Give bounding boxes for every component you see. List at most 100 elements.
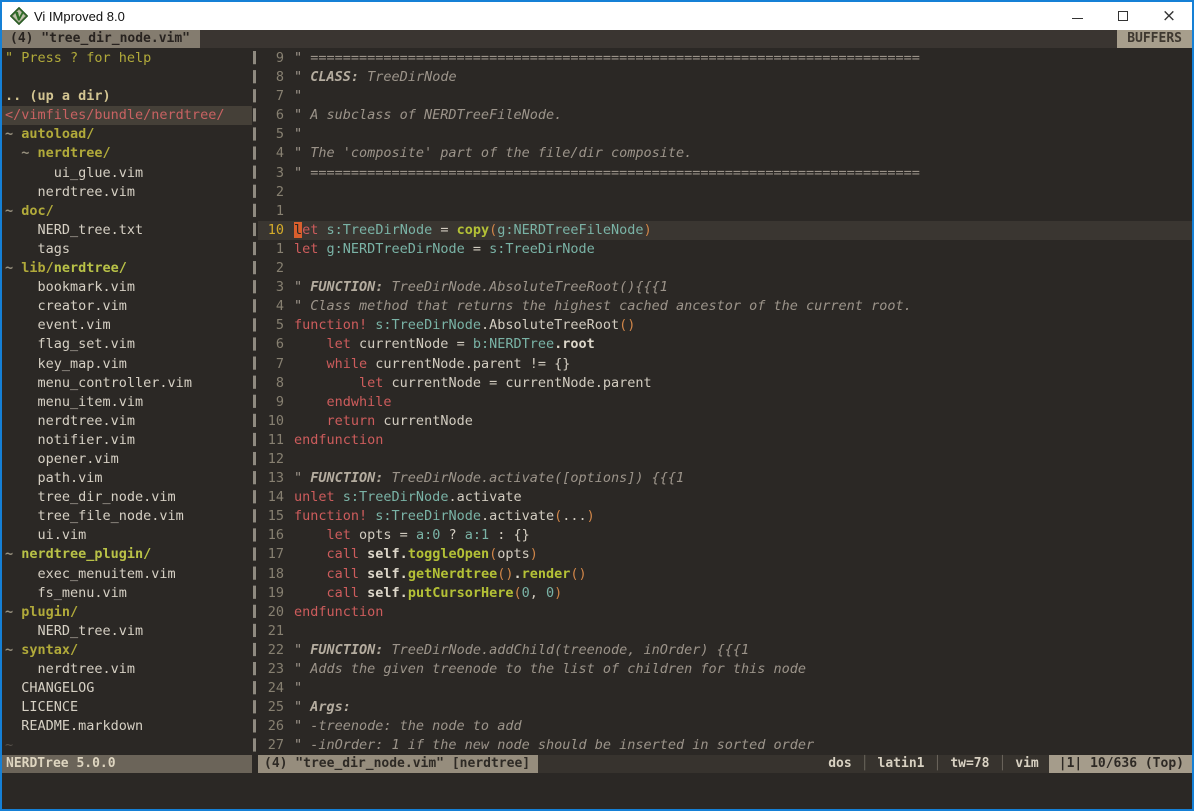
code-line[interactable]: 13" FUNCTION: TreeDirNode.activate([opti… [258,469,1192,488]
token-file: exec_menuitem.vim [38,566,176,582]
code-line-current[interactable]: 10let s:TreeDirNode = copy(g:NERDTreeFil… [258,221,1192,240]
code-line[interactable]: 14unlet s:TreeDirNode.activate [258,488,1192,507]
code-line[interactable]: 1let g:NERDTreeDirNode = s:TreeDirNode [258,240,1192,259]
minimize-button[interactable] [1054,2,1100,30]
code-line[interactable]: 25" Args: [258,698,1192,717]
code-line[interactable]: 22" FUNCTION: TreeDirNode.addChild(treen… [258,641,1192,660]
tree-item[interactable]: tree_file_node.vim [2,507,252,526]
tree-item[interactable]: ~ lib/nerdtree/ [2,259,252,278]
code-line[interactable]: 10 return currentNode [258,412,1192,431]
token-c: " [294,69,310,85]
code-text: " The 'composite' part of the file/dir c… [294,144,1192,163]
token-i: 0 [522,585,530,601]
maximize-button[interactable] [1100,2,1146,30]
text-cursor: l [294,222,302,238]
tree-item[interactable]: ui.vim [2,526,252,545]
tree-item[interactable]: README.markdown [2,717,252,736]
token-file: creator.vim [38,298,127,314]
code-line[interactable]: 8" CLASS: TreeDirNode [258,68,1192,87]
tree-item[interactable]: menu_item.vim [2,393,252,412]
code-line[interactable]: 20endfunction [258,603,1192,622]
code-line[interactable]: 18 call self.getNerdtree().render() [258,565,1192,584]
tree-item[interactable]: fs_menu.vim [2,584,252,603]
code-line[interactable]: 24" [258,679,1192,698]
tree-root-item[interactable]: </vimfiles/bundle/nerdtree/ [2,106,252,125]
token-c: " [294,126,302,142]
code-line[interactable]: 23" Adds the given treenode to the list … [258,660,1192,679]
tree-item[interactable]: opener.vim [2,450,252,469]
token-t [294,336,327,352]
tree-item[interactable]: nerdtree.vim [2,412,252,431]
code-line[interactable]: 3" FUNCTION: TreeDirNode.AbsoluteTreeRoo… [258,278,1192,297]
code-line[interactable]: 9 endwhile [258,393,1192,412]
token-sp [5,585,38,601]
tree-item[interactable]: notifier.vim [2,431,252,450]
tree-item[interactable]: bookmark.vim [2,278,252,297]
code-line[interactable]: 27" -inOrder: 1 if the new node should b… [258,736,1192,755]
tree-item[interactable]: ui_glue.vim [2,164,252,183]
tree-item[interactable]: key_map.vim [2,355,252,374]
code-line[interactable]: 7 while currentNode.parent != {} [258,355,1192,374]
code-line[interactable]: 12 [258,450,1192,469]
code-line[interactable]: 7" [258,87,1192,106]
tree-item[interactable]: ~ syntax/ [2,641,252,660]
code-line[interactable]: 19 call self.putCursorHere(0, 0) [258,584,1192,603]
tree-item[interactable]: event.vim [2,316,252,335]
line-number: 26 [258,717,284,736]
code-line[interactable]: 6 let currentNode = b:NERDTree.root [258,335,1192,354]
tree-item[interactable]: flag_set.vim [2,335,252,354]
code-line[interactable]: 2 [258,183,1192,202]
token-sp [5,489,38,505]
tree-item[interactable]: ~ doc/ [2,202,252,221]
tree-item[interactable] [2,68,252,87]
tree-item[interactable]: nerdtree.vim [2,183,252,202]
code-line[interactable]: 5" [258,125,1192,144]
tree-item[interactable]: tags [2,240,252,259]
code-line[interactable]: 3" =====================================… [258,164,1192,183]
token-sb: .root [554,336,595,352]
code-line[interactable]: 11endfunction [258,431,1192,450]
code-line[interactable]: 26 " -treenode: the node to add [258,717,1192,736]
tree-item[interactable]: ~ [2,736,252,755]
tree-item[interactable]: creator.vim [2,297,252,316]
tree-item[interactable]: ~ plugin/ [2,603,252,622]
tree-item[interactable]: path.vim [2,469,252,488]
code-line[interactable]: 6" A subclass of NERDTreeFileNode. [258,106,1192,125]
tree-item[interactable]: ~ autoload/ [2,125,252,144]
line-number: 23 [258,660,284,679]
tree-item[interactable]: ~ nerdtree/ [2,144,252,163]
code-line[interactable]: 15function! s:TreeDirNode.activate(...) [258,507,1192,526]
code-line[interactable]: 8 let currentNode = currentNode.parent [258,374,1192,393]
tree-item[interactable]: .. (up a dir) [2,87,252,106]
tree-item[interactable]: NERD_tree.vim [2,622,252,641]
tree-item[interactable]: NERD_tree.txt [2,221,252,240]
token-file: CHANGELOG [21,680,94,696]
code-line[interactable]: 1 [258,202,1192,221]
tree-item[interactable]: " Press ? for help [2,49,252,68]
tree-item[interactable]: tree_dir_node.vim [2,488,252,507]
code-line[interactable]: 5function! s:TreeDirNode.AbsoluteTreeRoo… [258,316,1192,335]
close-button[interactable]: × [1146,2,1192,30]
token-sp [5,451,38,467]
code-line[interactable]: 4" Class method that returns the highest… [258,297,1192,316]
line-number: 10 [258,221,284,240]
code-line[interactable]: 4" The 'composite' part of the file/dir … [258,144,1192,163]
tree-item[interactable]: ~ nerdtree_plugin/ [2,545,252,564]
token-k: unlet [294,489,335,505]
token-c: " -treenode: the node to add [294,718,522,734]
code-line[interactable]: 17 call self.toggleOpen(opts) [258,545,1192,564]
code-line[interactable]: 9" =====================================… [258,49,1192,68]
code-line[interactable]: 2 [258,259,1192,278]
tree-item[interactable]: exec_menuitem.vim [2,565,252,584]
code-line[interactable]: 21 [258,622,1192,641]
code-line[interactable]: 16 let opts = a:0 ? a:1 : {} [258,526,1192,545]
tab-active-buffer[interactable]: (4) "tree_dir_node.vim" [2,30,200,48]
tree-item[interactable]: CHANGELOG [2,679,252,698]
tree-item[interactable]: nerdtree.vim [2,660,252,679]
tree-item[interactable]: menu_controller.vim [2,374,252,393]
tree-item[interactable]: LICENCE [2,698,252,717]
token-sp [5,527,38,543]
command-line[interactable] [2,773,1192,809]
token-f: copy [457,222,490,238]
buffers-tab[interactable]: BUFFERS [1117,30,1192,48]
